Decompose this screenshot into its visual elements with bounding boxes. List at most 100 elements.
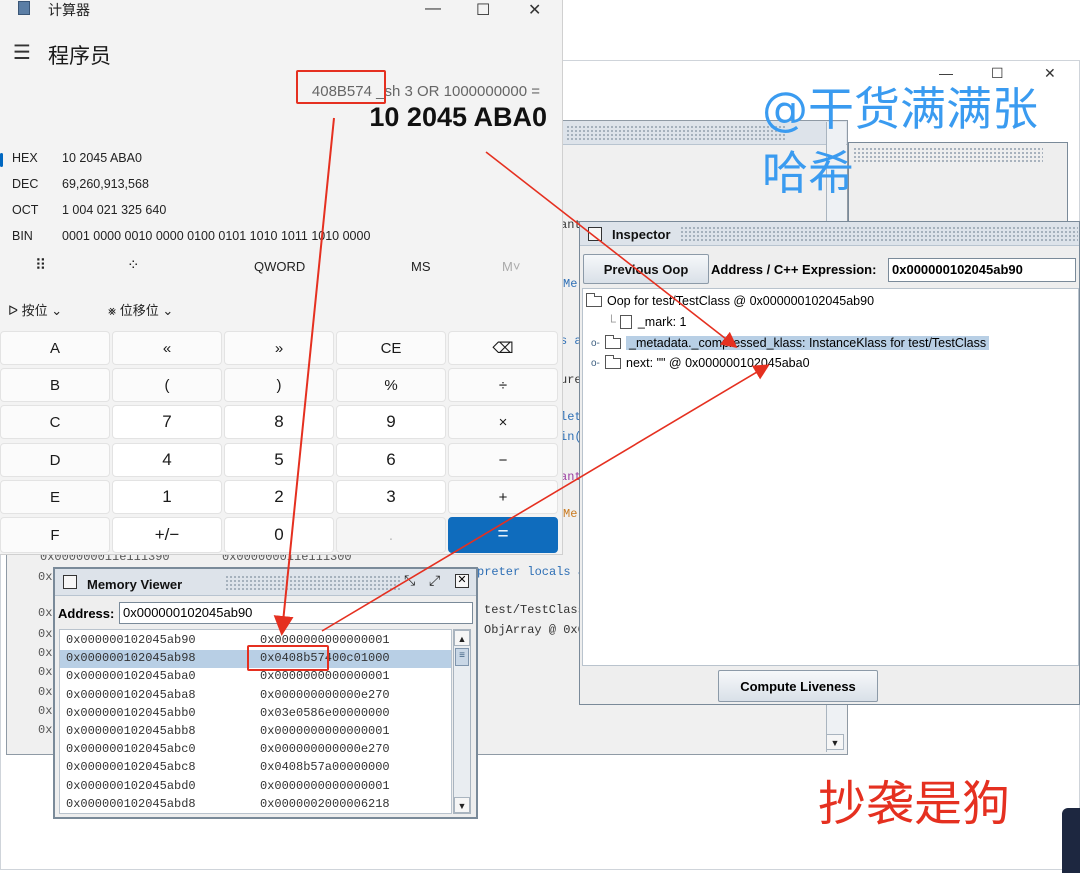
memory-address: 0x000000102045aba0: [66, 669, 196, 684]
previous-oop-button[interactable]: Previous Oop: [583, 254, 709, 284]
bg-minimize-icon[interactable]: —: [939, 65, 953, 81]
calculator-title: 计算器: [48, 2, 90, 18]
window-icon: [588, 227, 602, 241]
memory-scrollbar[interactable]: ▲ ≡ ▼: [453, 629, 471, 814]
code-fragment: ObjArray @ 0x0: [484, 623, 585, 637]
key-backspace[interactable]: ⌫: [448, 331, 558, 365]
key-7[interactable]: 7: [112, 405, 222, 439]
memory-value: 0x0000000000000001: [260, 778, 390, 793]
key-5[interactable]: 5: [224, 443, 334, 477]
key-b[interactable]: B: [0, 368, 110, 402]
tree-node-next[interactable]: o- next: "" @ 0x000000102045aba0: [591, 353, 810, 373]
close-icon[interactable]: ✕: [528, 0, 541, 20]
key-decimal[interactable]: .: [336, 517, 446, 553]
maximize-icon[interactable]: ☐: [476, 0, 490, 20]
scroll-up-icon[interactable]: ▲: [454, 630, 470, 646]
bg-side-panel: [848, 142, 1068, 222]
bg-close-icon[interactable]: ✕: [1044, 65, 1056, 82]
highlight-box-expression: [296, 70, 386, 104]
key-1[interactable]: 1: [112, 480, 222, 514]
key-a[interactable]: A: [0, 331, 110, 365]
scroll-down-icon[interactable]: ▼: [454, 797, 470, 813]
memory-row[interactable]: 0x000000102045aba8 0x000000000000e270: [60, 687, 451, 705]
compute-liveness-button[interactable]: Compute Liveness: [718, 670, 878, 702]
address-input[interactable]: 0x000000102045ab90: [119, 602, 473, 624]
chevron-down-icon: ⌄: [51, 303, 63, 318]
key-open-paren[interactable]: (: [112, 368, 222, 402]
code-fragment: 0x: [38, 627, 53, 641]
tree-node-metadata[interactable]: o- _metadata._compressed_klass: Instance…: [591, 333, 990, 353]
key-4[interactable]: 4: [112, 443, 222, 477]
menu-icon[interactable]: ☰: [13, 40, 31, 65]
memory-row[interactable]: 0x000000102045abb8 0x0000000000000001: [60, 723, 451, 741]
scroll-down-icon[interactable]: ▼: [826, 734, 844, 750]
restore-icon[interactable]: ⤡: [404, 572, 415, 589]
key-equals[interactable]: =: [448, 517, 558, 553]
mode-title: 程序员: [48, 45, 111, 68]
key-percent[interactable]: %: [336, 368, 446, 402]
key-0[interactable]: 0: [224, 517, 334, 553]
memory-value: 0x0000000000000001: [260, 669, 390, 684]
bg-maximize-icon[interactable]: ☐: [991, 65, 1004, 82]
memory-address: 0x000000102045aba8: [66, 687, 196, 702]
memory-viewer-title: Memory Viewer: [87, 577, 183, 592]
expand-handle-icon[interactable]: o-: [591, 338, 601, 349]
expand-handle-icon[interactable]: o-: [591, 358, 601, 369]
memory-list-button[interactable]: M˅: [502, 259, 520, 274]
memory-row[interactable]: 0x000000102045abc8 0x0408b57a00000000: [60, 759, 451, 777]
key-c[interactable]: C: [0, 405, 110, 439]
scroll-thumb[interactable]: ≡: [455, 648, 469, 666]
bitwise-dropdown[interactable]: ᐅ 按位 ⌄: [8, 300, 62, 319]
key-close-paren[interactable]: ): [224, 368, 334, 402]
key-add[interactable]: +: [448, 480, 558, 514]
key-9[interactable]: 9: [336, 405, 446, 439]
memory-store-button[interactable]: MS: [411, 259, 431, 274]
highlight-box-memory: [247, 645, 329, 671]
key-8[interactable]: 8: [224, 405, 334, 439]
key-subtract[interactable]: −: [448, 443, 558, 477]
keypad-icon[interactable]: ⠿: [35, 256, 46, 274]
key-divide[interactable]: ÷: [448, 368, 558, 402]
close-icon[interactable]: ✕: [455, 574, 469, 588]
memory-value: 0x03e0586e00000000: [260, 705, 390, 720]
key-multiply[interactable]: ×: [448, 405, 558, 439]
memory-address: 0x000000102045abd8: [66, 796, 196, 811]
key-negate[interactable]: +/−: [112, 517, 222, 553]
calculator-window: 计算器 — ☐ ✕ ☰ 程序员 408B574 _sh 3 OR 1000000…: [0, 0, 563, 555]
bitshift-icon: ⨳: [108, 303, 117, 318]
memory-row[interactable]: 0x000000102045abb0 0x03e0586e00000000: [60, 705, 451, 723]
code-fragment: 0x: [38, 665, 53, 679]
bitwise-label: 按位: [21, 303, 48, 318]
code-fragment: 0x: [38, 723, 53, 737]
inspector-window: Inspector Previous Oop Address / C++ Exp…: [579, 221, 1080, 705]
key-e[interactable]: E: [0, 480, 110, 514]
memory-value: 0x0408b57a00000000: [260, 760, 390, 775]
bitshift-dropdown[interactable]: ⨳ 位移位 ⌄: [108, 300, 173, 319]
memory-row[interactable]: 0x000000102045aba0 0x0000000000000001: [60, 668, 451, 686]
watermark-red: 抄袭是狗: [818, 776, 1011, 832]
key-shift-right[interactable]: »: [224, 331, 334, 365]
window-icon: [63, 575, 77, 589]
minimize-icon[interactable]: —: [425, 0, 441, 18]
key-clear-entry[interactable]: CE: [336, 331, 446, 365]
key-f[interactable]: F: [0, 517, 110, 553]
code-fragment: 0x: [38, 646, 53, 660]
maximize-icon[interactable]: ⤢: [429, 572, 440, 589]
key-3[interactable]: 3: [336, 480, 446, 514]
memory-address: 0x000000102045abd0: [66, 778, 196, 793]
key-shift-left[interactable]: «: [112, 331, 222, 365]
word-size-button[interactable]: QWORD: [254, 259, 305, 274]
key-6[interactable]: 6: [336, 443, 446, 477]
tree-node-mark[interactable]: └ _mark: 1: [607, 312, 687, 332]
bit-toggle-icon[interactable]: ⁘: [127, 256, 140, 274]
address-input[interactable]: 0x000000102045ab90: [888, 258, 1076, 282]
memory-row[interactable]: 0x000000102045abd8 0x0000002000006218: [60, 796, 451, 813]
code-fragment: preter locals a: [477, 565, 586, 579]
key-d[interactable]: D: [0, 443, 110, 477]
tree-node-root[interactable]: Oop for test/TestClass @ 0x000000102045a…: [586, 291, 874, 311]
memory-value: 0x000000000000e270: [260, 742, 390, 757]
key-2[interactable]: 2: [224, 480, 334, 514]
memory-row[interactable]: 0x000000102045abd0 0x0000000000000001: [60, 778, 451, 796]
bitshift-label: 位移位: [119, 303, 159, 318]
memory-row[interactable]: 0x000000102045abc0 0x000000000000e270: [60, 741, 451, 759]
